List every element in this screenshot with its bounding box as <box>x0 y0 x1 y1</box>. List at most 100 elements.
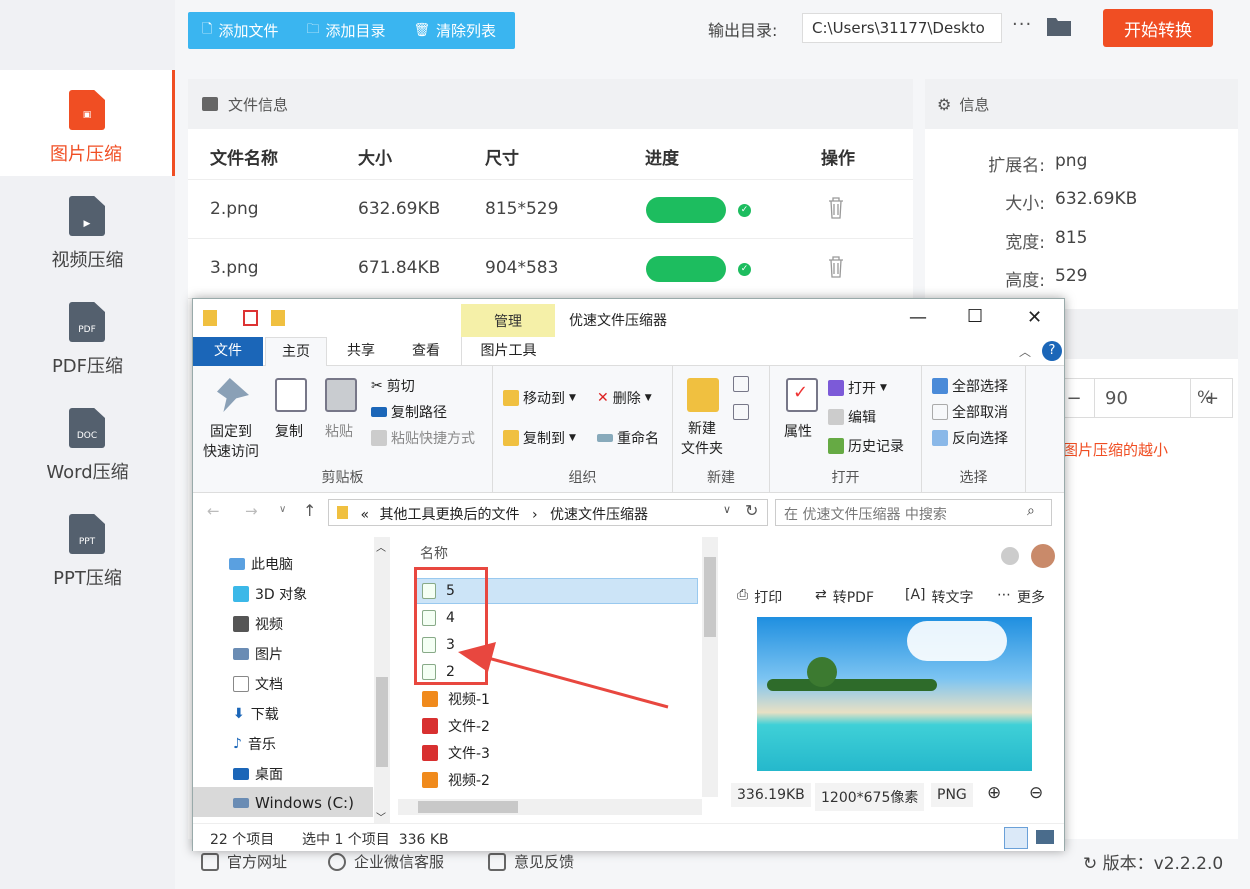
tab-view[interactable]: 查看 <box>398 337 454 366</box>
zoom-out-icon[interactable]: ⊖ <box>1029 783 1043 803</box>
copy-path-button[interactable]: 复制路径 <box>371 402 447 422</box>
easy-access-icon[interactable] <box>733 404 749 420</box>
column-header-size: 大小 <box>358 149 392 169</box>
nav-item-pictures[interactable]: 图片 <box>233 644 283 664</box>
details-view-icon[interactable] <box>1004 827 1028 849</box>
large-icons-view-icon[interactable] <box>1036 830 1054 844</box>
back-button[interactable]: ← <box>207 502 220 520</box>
properties-button[interactable]: 属性 <box>784 421 812 441</box>
settings-icon[interactable] <box>1001 547 1019 565</box>
open-folder-icon[interactable] <box>1047 16 1071 36</box>
search-input[interactable]: 在 优速文件压缩器 中搜索 <box>775 499 1052 526</box>
paste-shortcut-button[interactable]: 粘贴快捷方式 <box>371 428 475 448</box>
minimize-button[interactable]: — <box>909 307 927 328</box>
to-pdf-button[interactable]: ⇄ 转PDF <box>815 587 874 607</box>
website-link[interactable]: 官方网址 <box>201 851 287 872</box>
move-to-button[interactable]: 移动到 ▼ <box>503 388 576 408</box>
manage-tab[interactable]: 管理 <box>461 304 555 337</box>
output-dir-input[interactable]: C:\Users\31177\Deskto <box>802 13 1002 43</box>
pin-quick-access-button[interactable]: 固定到 快速访问 <box>203 421 259 461</box>
file-dims: 904*583 <box>485 258 559 278</box>
image-dims-chip: 1200*675像素 <box>815 783 925 811</box>
nav-scrollbar[interactable]: ︿ ﹀ <box>374 537 390 827</box>
breadcrumb-item[interactable]: 其他工具更换后的文件 <box>379 507 519 523</box>
address-dropdown-icon[interactable]: ∨ <box>723 503 731 516</box>
to-pdf-label: 转PDF <box>832 590 875 606</box>
sidebar-item-ppt-compress[interactable]: PPT PPT压缩 <box>0 494 175 600</box>
up-button[interactable]: ↑ <box>303 501 316 520</box>
sidebar-item-video-compress[interactable]: ▶ 视频压缩 <box>0 176 175 282</box>
maximize-button[interactable]: ☐ <box>967 306 983 327</box>
add-directory-button[interactable]: 🗀 添加目录 <box>292 12 399 49</box>
file-item-label: 文件-2 <box>448 719 490 735</box>
nav-item-downloads[interactable]: ⬇ 下载 <box>233 704 279 724</box>
select-none-button[interactable]: 全部取消 <box>932 402 1008 422</box>
table-row[interactable]: 3.png 671.84KB 904*583 ✓ <box>188 239 913 299</box>
properties-quick-icon[interactable] <box>243 310 258 326</box>
nav-item-this-pc[interactable]: 此电脑 <box>229 554 293 574</box>
delete-icon[interactable] <box>828 197 844 219</box>
file-list-hscrollbar[interactable] <box>398 799 702 815</box>
address-bar[interactable]: « 其他工具更换后的文件 › 优速文件压缩器 <box>328 499 768 526</box>
nav-item-music[interactable]: ♪ 音乐 <box>233 734 276 754</box>
nav-item-videos[interactable]: 视频 <box>233 614 283 634</box>
nav-label: 下载 <box>250 707 279 723</box>
more-button[interactable]: ⋯ 更多 <box>997 587 1045 607</box>
tab-share[interactable]: 共享 <box>333 337 389 366</box>
new-folder-quick-icon[interactable] <box>271 310 285 326</box>
column-header-name[interactable]: 名称 <box>420 543 448 563</box>
file-item[interactable]: 文件-3 <box>422 740 490 766</box>
edit-button[interactable]: 编辑 <box>828 407 876 427</box>
chevron-down-icon: ▼ <box>569 393 576 403</box>
sidebar-item-pdf-compress[interactable]: PDF PDF压缩 <box>0 282 175 388</box>
new-item-icon[interactable] <box>733 376 749 392</box>
print-button[interactable]: ⎙ 打印 <box>737 587 782 607</box>
nav-item-desktop[interactable]: 桌面 <box>233 764 283 784</box>
nav-item-documents[interactable]: 文档 <box>233 674 283 694</box>
select-all-icon <box>932 378 948 394</box>
help-icon[interactable]: ? <box>1042 341 1062 361</box>
forward-button[interactable]: → <box>245 502 258 520</box>
paste-button[interactable]: 粘贴 <box>325 421 353 441</box>
open-button[interactable]: 打开 ▼ <box>828 378 887 398</box>
close-button[interactable]: ✕ <box>1027 307 1042 328</box>
select-all-button[interactable]: 全部选择 <box>932 376 1008 396</box>
breadcrumb-item[interactable]: 优速文件压缩器 <box>550 507 648 523</box>
feedback-link[interactable]: 意见反馈 <box>488 851 574 872</box>
cut-button[interactable]: ✂ 剪切 <box>371 376 415 396</box>
tab-picture-tools[interactable]: 图片工具 <box>461 337 555 366</box>
new-folder-button[interactable]: 新建 文件夹 <box>681 418 723 458</box>
quality-input[interactable]: 90 <box>1094 378 1191 418</box>
history-button[interactable]: 历史记录 <box>828 436 904 456</box>
tab-home[interactable]: 主页 <box>265 337 327 367</box>
copy-to-button[interactable]: 复制到 ▼ <box>503 428 576 448</box>
recent-locations-icon[interactable]: ∨ <box>279 504 286 515</box>
file-item[interactable]: 文件-2 <box>422 713 490 739</box>
tab-file[interactable]: 文件 <box>193 337 263 366</box>
delete-button[interactable]: ✕ 删除 ▼ <box>597 388 652 408</box>
clear-list-button[interactable]: 🗑 清除列表 <box>400 12 511 49</box>
edit-label: 编辑 <box>848 410 876 426</box>
sidebar-item-image-compress[interactable]: ▣ 图片压缩 <box>0 70 175 176</box>
ocr-icon: [A] <box>905 587 926 603</box>
start-convert-button[interactable]: 开始转换 <box>1103 9 1213 47</box>
more-options-button[interactable]: ··· <box>1012 14 1032 35</box>
zoom-in-icon[interactable]: ⊕ <box>987 783 1001 803</box>
sidebar-item-word-compress[interactable]: DOC Word压缩 <box>0 388 175 494</box>
invert-selection-button[interactable]: 反向选择 <box>932 428 1008 448</box>
add-file-button[interactable]: 🗋 添加文件 <box>188 12 292 49</box>
refresh-icon[interactable]: ↻ <box>745 501 758 520</box>
nav-item-3d-objects[interactable]: 3D 对象 <box>233 584 307 604</box>
rename-button[interactable]: 重命名 <box>597 428 659 448</box>
avatar[interactable] <box>1031 544 1055 568</box>
table-row[interactable]: 2.png 632.69KB 815*529 ✓ <box>188 179 913 239</box>
delete-icon[interactable] <box>828 256 844 278</box>
nav-item-windows-c[interactable]: Windows (C:) <box>233 794 354 812</box>
file-item[interactable]: 视频-2 <box>422 767 490 793</box>
collapse-ribbon-icon[interactable]: ︿ <box>1019 343 1031 360</box>
copy-button[interactable]: 复制 <box>275 421 303 441</box>
to-text-button[interactable]: [A] 转文字 <box>905 587 974 607</box>
clear-list-label: 清除列表 <box>436 22 497 40</box>
file-list-scrollbar[interactable] <box>702 537 718 797</box>
wechat-support-link[interactable]: 企业微信客服 <box>328 851 444 872</box>
